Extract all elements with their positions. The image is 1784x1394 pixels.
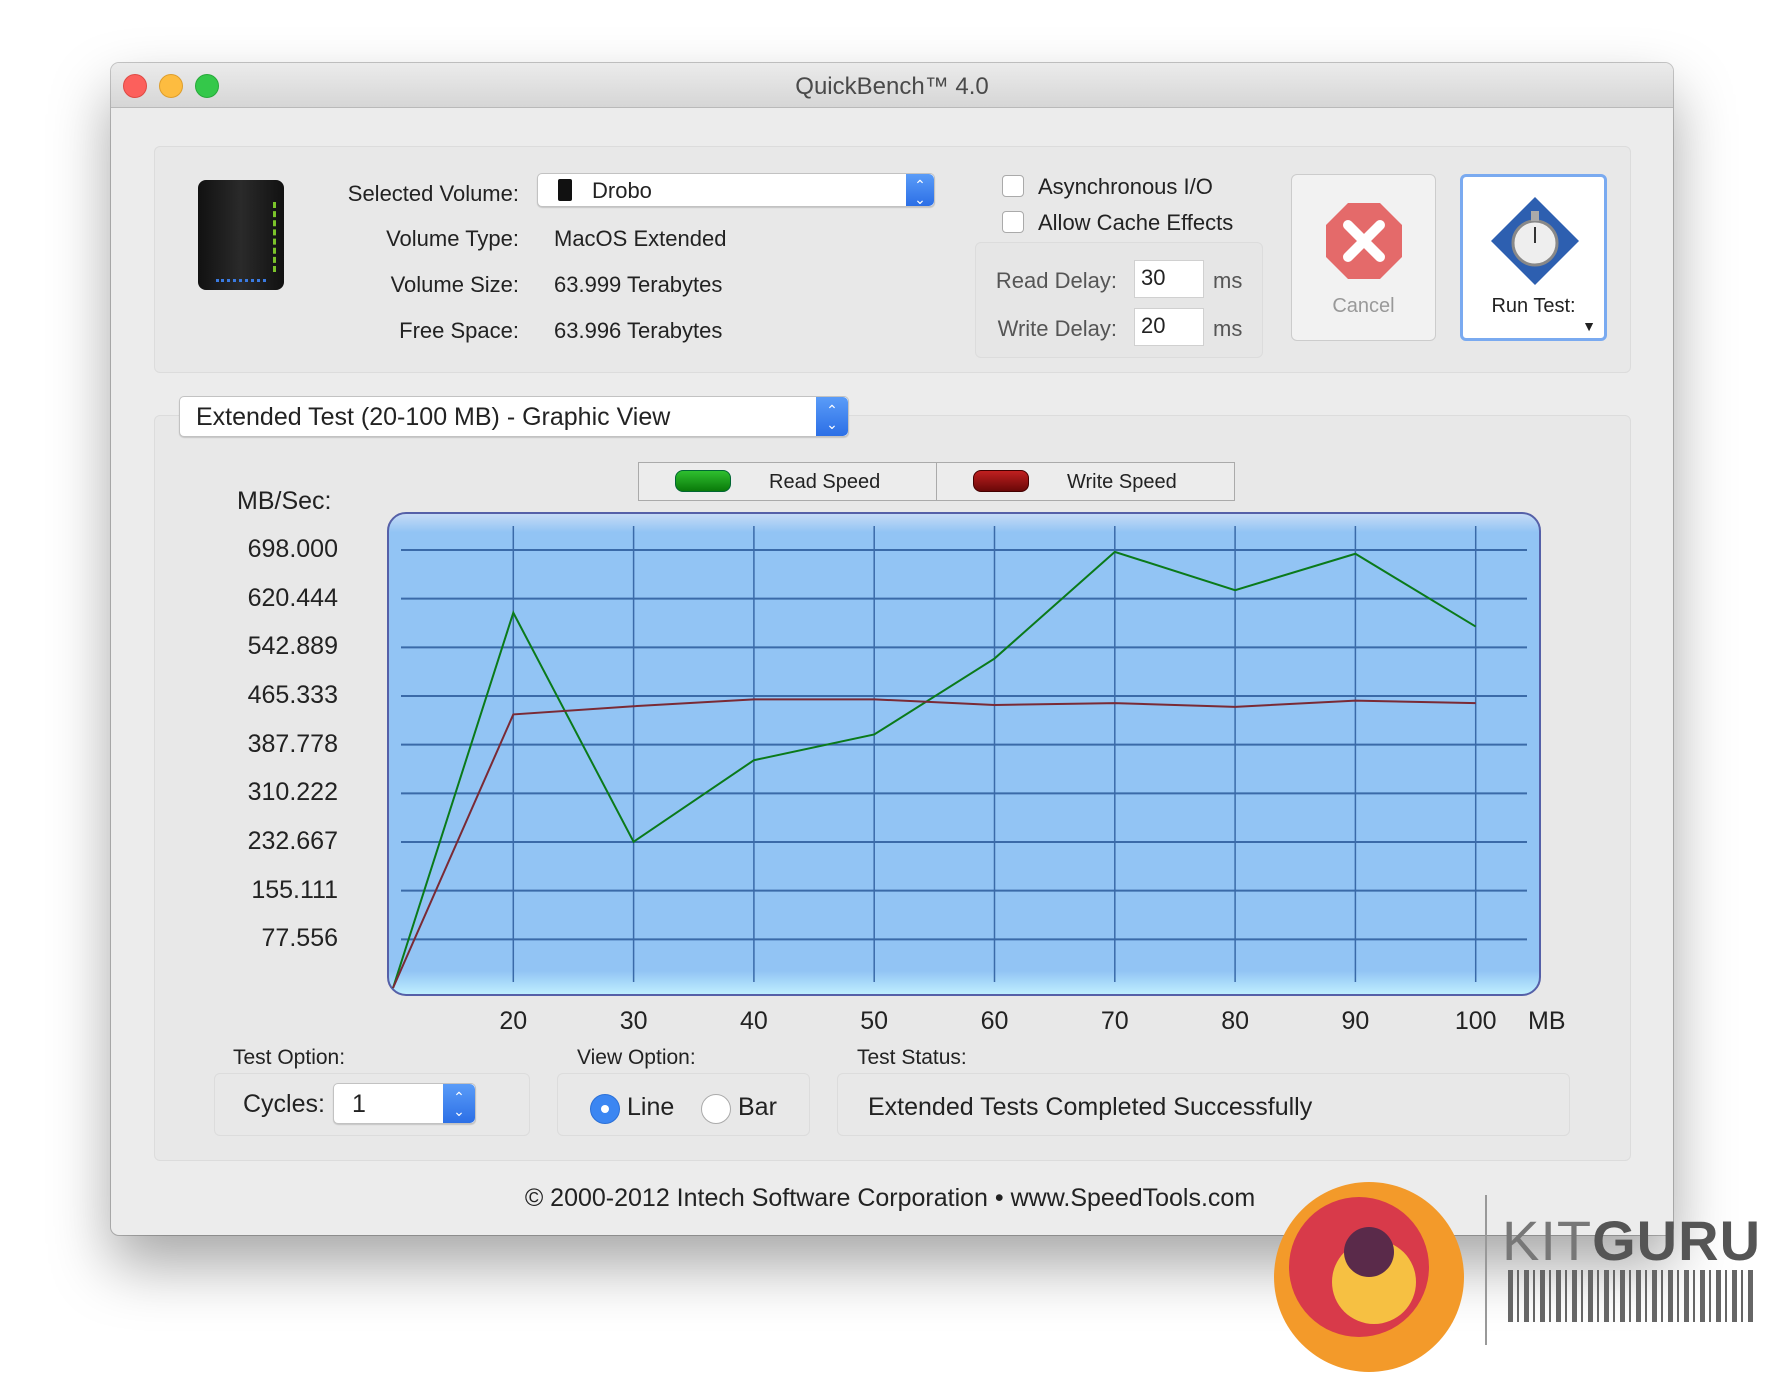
- y-axis-label: MB/Sec:: [237, 487, 332, 515]
- async-io-label: Asynchronous I/O: [1038, 174, 1213, 199]
- read-delay-label: Read Delay:: [995, 268, 1117, 293]
- cycles-select[interactable]: 1 ⌃ ⌄: [333, 1083, 476, 1124]
- free-space-label: Free Space:: [399, 318, 519, 343]
- copyright-footer: © 2000-2012 Intech Software Corporation …: [524, 1184, 1256, 1212]
- test-status-value: Extended Tests Completed Successfully: [868, 1093, 1313, 1121]
- kitguru-wordmark: KITGURU: [1502, 1209, 1762, 1272]
- run-test-label: Run Test:: [1491, 295, 1576, 317]
- cancel-label: Cancel: [1332, 295, 1395, 317]
- read-swatch: [675, 470, 731, 492]
- x-tick-label: 70: [1100, 1007, 1129, 1035]
- volume-select-value: Drobo: [592, 178, 652, 203]
- legend-read-label: Read Speed: [769, 471, 881, 493]
- title-bar[interactable]: QuickBench™ 4.0: [111, 63, 1673, 108]
- x-axis-label: MB: [1528, 1007, 1566, 1035]
- y-tick-label: 542.889: [247, 632, 338, 661]
- read-delay-unit: ms: [1213, 268, 1243, 293]
- free-space-value: 63.996 Terabytes: [554, 318, 723, 343]
- chart-legend: Read Speed Write Speed: [638, 462, 1235, 501]
- cache-effects-label: Allow Cache Effects: [1038, 210, 1234, 235]
- x-tick-label: 60: [980, 1007, 1009, 1035]
- y-tick-label: 698.000: [247, 535, 338, 563]
- cycles-label: Cycles:: [243, 1090, 325, 1118]
- cancel-x-icon: [1326, 203, 1402, 279]
- test-type-select[interactable]: Extended Test (20-100 MB) - Graphic View…: [179, 396, 849, 437]
- y-tick-label: 465.333: [247, 681, 338, 709]
- volume-type-label: Volume Type:: [386, 226, 519, 251]
- selected-volume-label: Selected Volume:: [347, 181, 519, 206]
- x-tick-label: 40: [739, 1007, 768, 1035]
- y-tick-label: 620.444: [247, 583, 338, 612]
- y-tick-label: 232.667: [247, 826, 338, 855]
- test-option-label: Test Option:: [233, 1046, 346, 1069]
- drive-icon: [558, 179, 572, 201]
- x-tick-label: 50: [860, 1007, 889, 1035]
- window-title: QuickBench™ 4.0: [795, 73, 989, 100]
- legend-write: Write Speed: [937, 463, 1234, 500]
- line-radio-label[interactable]: Line: [627, 1093, 674, 1122]
- y-tick-label: 387.778: [247, 729, 338, 758]
- x-tick-label: 80: [1221, 1007, 1249, 1035]
- speed-chart: [387, 512, 1541, 996]
- x-tick-label: 100: [1454, 1007, 1497, 1035]
- chevron-updown-icon: ⌃ ⌄: [906, 174, 934, 206]
- cache-effects-checkbox[interactable]: [1002, 211, 1024, 233]
- write-delay-unit: ms: [1213, 316, 1243, 341]
- view-option-label: View Option:: [577, 1046, 696, 1069]
- volume-size-label: Volume Size:: [390, 272, 519, 297]
- legend-write-label: Write Speed: [1067, 471, 1177, 493]
- volume-select[interactable]: Drobo ⌃ ⌄: [537, 173, 935, 207]
- barcode-graphic: [1508, 1270, 1756, 1322]
- stopwatch-icon: [1491, 197, 1579, 285]
- run-test-button[interactable]: Run Test: ▼: [1460, 174, 1607, 341]
- plot-area: [387, 512, 1541, 996]
- volume-type-value: MacOS Extended: [554, 226, 727, 251]
- write-delay-label: Write Delay:: [997, 316, 1117, 341]
- chevron-updown-icon: ⌃ ⌄: [816, 397, 848, 436]
- y-tick-label: 155.111: [251, 875, 338, 904]
- cancel-button[interactable]: Cancel: [1291, 174, 1436, 341]
- legend-read: Read Speed: [639, 463, 937, 500]
- x-tick-label: 20: [499, 1007, 528, 1035]
- kitguru-logo-icon: [1274, 1182, 1464, 1372]
- test-status-label: Test Status:: [857, 1046, 967, 1069]
- line-radio[interactable]: [590, 1094, 620, 1124]
- dropdown-triangle-icon[interactable]: ▼: [1582, 318, 1596, 334]
- async-io-checkbox[interactable]: [1002, 175, 1024, 197]
- cycles-value: 1: [352, 1090, 366, 1118]
- y-tick-label: 310.222: [247, 778, 338, 807]
- x-tick-label: 30: [619, 1007, 648, 1035]
- bar-radio[interactable]: [701, 1094, 731, 1124]
- y-tick-label: 77.556: [261, 924, 338, 953]
- x-tick-label: 90: [1341, 1007, 1370, 1035]
- write-delay-input[interactable]: 20: [1134, 308, 1204, 346]
- watermark-divider: [1485, 1195, 1487, 1345]
- volume-size-value: 63.999 Terabytes: [554, 272, 723, 297]
- read-delay-input[interactable]: 30: [1134, 260, 1204, 298]
- test-type-value: Extended Test (20-100 MB) - Graphic View: [196, 403, 671, 431]
- chevron-updown-icon: ⌃ ⌄: [443, 1084, 475, 1123]
- write-swatch: [973, 470, 1029, 492]
- bar-radio-label[interactable]: Bar: [738, 1093, 777, 1122]
- drobo-drive-icon: [198, 180, 284, 290]
